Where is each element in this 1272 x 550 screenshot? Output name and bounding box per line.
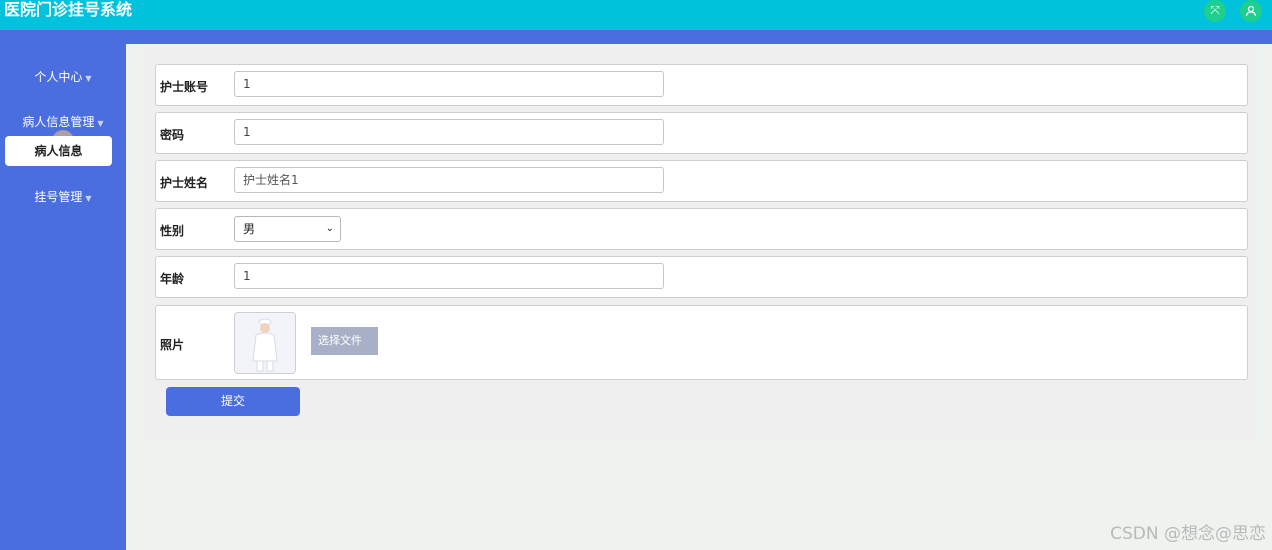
top-header: 医院门诊挂号系统 ⤧ [0,0,1272,30]
fullscreen-icon[interactable]: ⤧ [1204,0,1226,22]
age-input[interactable] [234,263,664,289]
password-input[interactable] [234,119,664,145]
form-row-password: 密码 [155,112,1248,154]
submit-button[interactable]: 提交 [166,387,300,416]
form-row-age: 年龄 [155,256,1248,298]
age-label: 年龄 [160,272,185,286]
gender-select[interactable]: 男 ⌄ [234,216,341,242]
photo-label: 照片 [160,338,185,352]
form-row-name: 护士姓名 [155,160,1248,202]
password-label: 密码 [160,128,185,142]
form-row-photo: 照片 选择文件 [155,305,1248,380]
name-label: 护士姓名 [160,176,209,190]
caret-down-icon: ▼ [85,194,92,203]
caret-down-icon: ▼ [97,119,104,128]
choose-file-button[interactable]: 选择文件 [311,327,378,355]
nurse-photo [234,312,296,374]
caret-down-icon: ▼ [85,74,92,83]
chevron-down-icon: ⌄ [325,223,334,234]
sidebar-item-personal-center[interactable]: 个人中心 ▼ [0,68,126,85]
watermark: CSDN @想念@思恋 [1110,524,1266,544]
sidebar-item-label: 个人中心 [34,70,83,84]
account-label: 护士账号 [160,80,209,94]
sidebar-item-label: 挂号管理 [34,190,83,204]
form-row-gender: 性别 男 ⌄ [155,208,1248,250]
header-bar [0,30,1272,44]
sidebar-item-label: 病人信息管理 [22,115,95,129]
form-row-account: 护士账号 [155,64,1248,106]
name-input[interactable] [234,167,664,193]
sidebar: 个人中心 ▼ 病人信息管理 ▼ 病人信息 挂号管理 ▼ [0,44,126,550]
account-input[interactable] [234,71,664,97]
sidebar-subitem-patient-info[interactable]: 病人信息 [5,136,112,166]
user-icon[interactable] [1240,0,1262,22]
sidebar-item-patient-management[interactable]: 病人信息管理 ▼ [0,113,126,130]
gender-label: 性别 [160,224,185,238]
app-title: 医院门诊挂号系统 [4,0,133,19]
gender-select-value: 男 [243,222,256,236]
sidebar-item-registration-management[interactable]: 挂号管理 ▼ [0,188,126,205]
